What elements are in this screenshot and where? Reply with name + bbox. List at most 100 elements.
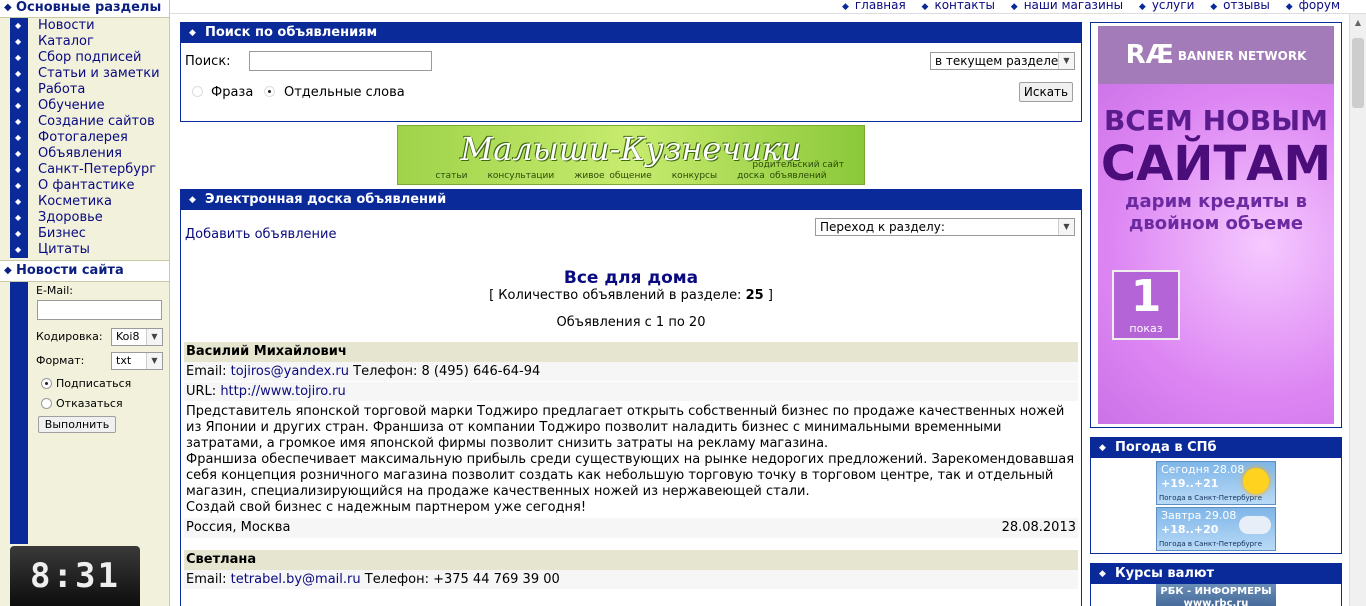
nav-item-news[interactable]: ◆ Новости [0, 18, 169, 34]
nav-item-catalog[interactable]: ◆ Каталог [0, 34, 169, 50]
ad-footer: Россия, Москва 28.08.2013 [184, 518, 1078, 538]
phrase-radio[interactable] [192, 86, 203, 97]
nav-link[interactable]: Санкт-Петербург [38, 162, 156, 177]
weather-header: ◆ Погода в СПб [1091, 438, 1341, 458]
email-label: E-Mail: [36, 284, 73, 297]
jump-to-section-select[interactable]: Переход к разделу: ▼ [815, 218, 1075, 236]
topnav-services[interactable]: услуги [1152, 0, 1195, 12]
email-label: Email: [186, 572, 227, 587]
nav-link[interactable]: Создание сайтов [38, 114, 155, 129]
search-panel-header: ◆ Поиск по объявлениям [181, 23, 1081, 43]
nav-item-spb[interactable]: ◆ Санкт-Петербург [0, 162, 169, 178]
add-ad-link[interactable]: Добавить объявление [185, 227, 336, 242]
ad-email-link[interactable]: tetrabel.by@mail.ru [231, 572, 361, 587]
rbc-informer[interactable]: РБК - ИНФОРМЕРЫ www.rbc.ru [1156, 584, 1276, 606]
diamond-icon: ◆ [1285, 2, 1293, 12]
search-scope-value: в текущем разделе [935, 54, 1059, 68]
nav-item-articles[interactable]: ◆ Статьи и заметки [0, 66, 169, 82]
banner-link: статьи [435, 171, 468, 181]
diamond-icon: ◆ [15, 149, 22, 158]
ad-text-paragraph: Франшиза обеспечивает максимальную прибы… [186, 452, 1075, 499]
search-button[interactable]: Искать [1019, 82, 1073, 102]
nav-item-quotes[interactable]: ◆ Цитаты [0, 242, 169, 258]
nav-link[interactable]: Бизнес [38, 226, 86, 241]
submit-button[interactable]: Выполнить [38, 416, 116, 433]
logo-text: BANNER NETWORK [1177, 48, 1307, 63]
email-input[interactable] [37, 300, 162, 320]
search-input[interactable] [249, 51, 432, 71]
nav-link[interactable]: Сбор подписей [38, 50, 141, 65]
banner-subtitle: родительский сайт [752, 160, 844, 170]
nav-link[interactable]: Новости [38, 18, 95, 33]
banner-link: доска объявлений [737, 171, 827, 181]
nav-item-education[interactable]: ◆ Обучение [0, 98, 169, 114]
ad-range: Объявления с 1 по 20 [556, 315, 706, 330]
main-sections-header: ◆ Основные разделы [0, 0, 169, 18]
scroll-up-arrow-icon[interactable]: ▲ [1350, 14, 1366, 31]
chevron-down-icon: ▼ [1058, 53, 1074, 69]
nav-item-ads[interactable]: ◆ Объявления [0, 146, 169, 162]
phone-label: Телефон: [364, 572, 429, 587]
nav-item-health[interactable]: ◆ Здоровье [0, 210, 169, 226]
weather-today[interactable]: Сегодня 28.08 +19..+21 Погода в Санкт-Пе… [1156, 461, 1276, 505]
banner-network-logo: RÆ BANNER NETWORK [1098, 26, 1334, 84]
words-label: Отдельные слова [284, 85, 405, 100]
nav-item-fantasy[interactable]: ◆ О фантастике [0, 178, 169, 194]
form-strip [10, 282, 28, 544]
site-banner[interactable]: Малыши-Кузнечики родительский сайт стать… [397, 125, 865, 185]
chevron-down-icon: ▼ [146, 329, 162, 345]
rbc-line2: www.rbc.ru [1183, 598, 1249, 606]
banner-link: консультации [487, 171, 555, 181]
vertical-scrollbar[interactable]: ▲ [1349, 14, 1366, 606]
weather-title: Погода в СПб [1115, 440, 1217, 455]
ad-item: Василий Михайлович Email: tojiros@yandex… [184, 342, 1078, 538]
nav-item-cosmetics[interactable]: ◆ Косметика [0, 194, 169, 210]
weather-tomorrow[interactable]: Завтра 29.08 +18..+20 Погода в Санкт-Пет… [1156, 507, 1276, 551]
topnav-contacts[interactable]: контакты [934, 0, 995, 12]
diamond-icon: ◆ [15, 69, 22, 78]
nav-link[interactable]: Объявления [38, 146, 122, 161]
words-radio[interactable] [264, 86, 275, 97]
nav-link[interactable]: О фантастике [38, 178, 135, 193]
weather-tomorrow-date: Завтра 29.08 [1161, 509, 1237, 522]
cloud-icon [1239, 516, 1271, 534]
nav-link[interactable]: Статьи и заметки [38, 66, 160, 81]
nav-link[interactable]: Каталог [38, 34, 94, 49]
nav-item-business[interactable]: ◆ Бизнес [0, 226, 169, 242]
nav-link[interactable]: Здоровье [38, 210, 103, 225]
diamond-icon: ◆ [1138, 2, 1146, 12]
ad-text-paragraph: Создай свой бизнес с надежным партнером … [186, 500, 587, 515]
unsubscribe-radio[interactable] [41, 398, 52, 409]
topnav-reviews[interactable]: отзывы [1223, 0, 1270, 12]
chevron-down-icon: ▼ [1058, 219, 1074, 235]
topnav-home[interactable]: главная [855, 0, 906, 12]
encoding-select[interactable]: Koi8 ▼ [111, 328, 163, 346]
ad-banner[interactable]: RÆ BANNER NETWORK ВСЕМ НОВЫМ САЙТАМ дарим… [1090, 22, 1342, 428]
subscribe-radio[interactable] [41, 378, 52, 389]
phrase-label: Фраза [211, 85, 254, 100]
search-scope-select[interactable]: в текущем разделе ▼ [930, 52, 1075, 70]
nav-item-jobs[interactable]: ◆ Работа [0, 82, 169, 98]
banner-links: статьи консультации живое общение конкурсы д… [398, 171, 864, 181]
nav-item-web-dev[interactable]: ◆ Создание сайтов [0, 114, 169, 130]
ad-url-link[interactable]: http://www.tojiro.ru [220, 384, 345, 399]
nav-link[interactable]: Цитаты [38, 242, 90, 257]
nav-link[interactable]: Косметика [38, 194, 112, 209]
currency-panel: ◆ Курсы валют РБК - ИНФОРМЕРЫ www.rbc.ru [1090, 563, 1342, 606]
ad-email-link[interactable]: tojiros@yandex.ru [231, 364, 349, 379]
diamond-icon: ◆ [15, 117, 22, 126]
email-label: Email: [186, 364, 227, 379]
nav-link[interactable]: Фотогалерея [38, 130, 128, 145]
count-prefix: [ Количество объявлений в разделе: [489, 288, 742, 303]
currency-title: Курсы валют [1115, 566, 1215, 581]
nav-link[interactable]: Обучение [38, 98, 105, 113]
scrollbar-thumb[interactable] [1352, 38, 1364, 108]
nav-link[interactable]: Работа [38, 82, 85, 97]
nav-item-gallery[interactable]: ◆ Фотогалерея [0, 130, 169, 146]
topnav-shops[interactable]: наши магазины [1024, 0, 1123, 12]
diamond-icon: ◆ [1210, 2, 1218, 12]
topnav-forum[interactable]: форум [1299, 0, 1340, 12]
count-suffix: ] [767, 288, 773, 303]
nav-item-signatures[interactable]: ◆ Сбор подписей [0, 50, 169, 66]
format-select[interactable]: txt ▼ [111, 352, 163, 370]
